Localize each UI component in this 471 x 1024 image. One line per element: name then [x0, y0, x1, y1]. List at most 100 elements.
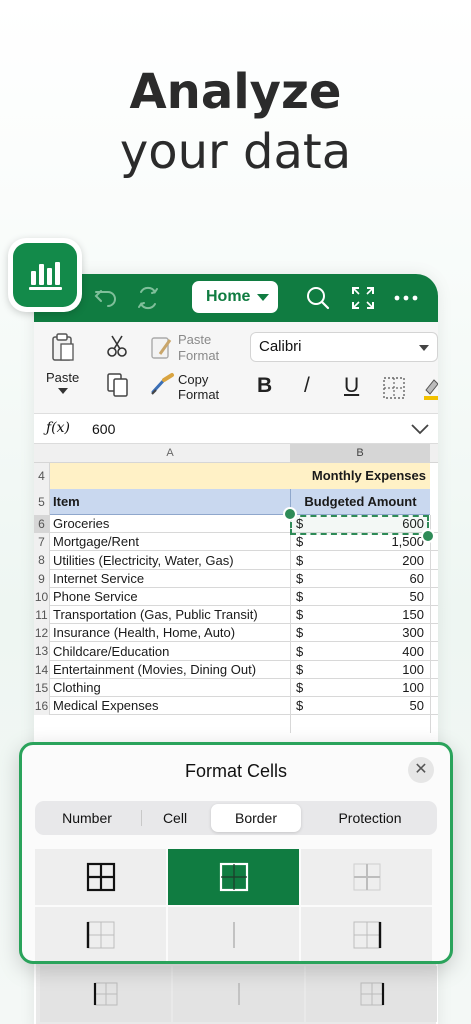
clipboard-icon[interactable]: [50, 332, 76, 362]
amount-cell[interactable]: 400: [316, 642, 424, 661]
selected-cell-b6[interactable]: [290, 515, 429, 535]
redo-icon[interactable]: [134, 284, 162, 312]
ribbon: Paste Paste Format Copy Format Calibri B…: [34, 322, 438, 414]
row-header[interactable]: 7: [34, 533, 50, 551]
amount-cell[interactable]: 60: [316, 570, 424, 588]
border-left-icon: [93, 982, 117, 1006]
item-cell[interactable]: Medical Expenses: [50, 697, 290, 715]
font-name-dropdown[interactable]: Calibri: [250, 332, 438, 362]
currency-symbol-cell[interactable]: $: [296, 624, 316, 642]
currency-symbol-cell[interactable]: $: [296, 588, 316, 606]
item-cell[interactable]: Phone Service: [50, 588, 290, 606]
paste-dropdown-caret-icon[interactable]: [58, 388, 68, 394]
amount-cell[interactable]: 50: [316, 697, 424, 715]
item-cell[interactable]: Clothing: [50, 679, 290, 697]
row-header[interactable]: 13: [34, 642, 50, 661]
undo-icon[interactable]: [92, 284, 120, 312]
font-name-value: Calibri: [259, 338, 302, 355]
border-option-inside[interactable]: [301, 849, 432, 905]
excel-app-icon: [8, 238, 82, 312]
italic-button[interactable]: /: [304, 374, 310, 398]
currency-symbol-cell[interactable]: $: [296, 533, 316, 551]
tab-protection[interactable]: Protection: [303, 801, 437, 835]
item-cell[interactable]: Entertainment (Movies, Dining Out): [50, 661, 290, 679]
border-option-left[interactable]: [35, 907, 166, 961]
item-cell[interactable]: Mortgage/Rent: [50, 533, 290, 551]
currency-symbol-cell[interactable]: $: [296, 697, 316, 715]
paste-format-label-1[interactable]: Paste: [178, 332, 211, 347]
border-inside-vertical-icon: [232, 922, 235, 948]
row-header[interactable]: 6: [34, 515, 50, 533]
amount-cell[interactable]: 100: [316, 661, 424, 679]
border-option-right[interactable]: [301, 907, 432, 961]
row-header[interactable]: 14: [34, 661, 50, 679]
currency-symbol-cell[interactable]: $: [296, 679, 316, 697]
header-cell-item[interactable]: Item: [50, 489, 290, 515]
item-cell[interactable]: Groceries: [50, 515, 290, 533]
sheet-title-cell[interactable]: Monthly Expenses: [290, 463, 430, 489]
currency-symbol-cell[interactable]: $: [296, 661, 316, 679]
currency-symbol-cell[interactable]: $: [296, 551, 316, 570]
amount-cell[interactable]: 200: [316, 551, 424, 570]
selection-handle-end[interactable]: [421, 529, 435, 543]
bold-button[interactable]: B: [257, 374, 272, 398]
border-right-icon: [360, 982, 384, 1006]
home-tab-dropdown[interactable]: Home: [192, 281, 278, 313]
tab-border[interactable]: Border: [211, 804, 301, 832]
header-cell-budgeted-amount[interactable]: Budgeted Amount: [290, 489, 430, 515]
currency-symbol-cell[interactable]: $: [296, 570, 316, 588]
item-cell[interactable]: Utilities (Electricity, Water, Gas): [50, 551, 290, 570]
corner-header[interactable]: [34, 444, 50, 463]
function-icon[interactable]: ƒ(x): [46, 420, 70, 436]
fill-color-icon[interactable]: [424, 376, 438, 400]
currency-symbol-cell[interactable]: $: [296, 642, 316, 661]
borders-icon[interactable]: [382, 376, 406, 400]
amount-cell[interactable]: 1,500: [316, 533, 424, 551]
item-cell[interactable]: Childcare/Education: [50, 642, 290, 661]
scissors-icon[interactable]: [106, 334, 128, 358]
row-header[interactable]: 15: [34, 679, 50, 697]
amount-cell[interactable]: 50: [316, 588, 424, 606]
headline-line-1: Analyze: [129, 64, 342, 120]
item-cell[interactable]: Internet Service: [50, 570, 290, 588]
column-header-b[interactable]: B: [290, 444, 430, 463]
copy-format-icon[interactable]: [150, 372, 176, 396]
row-header[interactable]: 5: [34, 489, 50, 515]
chevron-down-icon[interactable]: [410, 420, 430, 438]
row-header[interactable]: 12: [34, 624, 50, 642]
row-header[interactable]: 9: [34, 570, 50, 588]
item-cell[interactable]: Insurance (Health, Home, Auto): [50, 624, 290, 642]
more-options-icon[interactable]: [392, 284, 420, 312]
copy-format-label-1[interactable]: Copy: [178, 372, 208, 387]
paste-format-icon[interactable]: [150, 334, 174, 360]
row-header[interactable]: 8: [34, 551, 50, 570]
row-header[interactable]: 4: [34, 463, 50, 489]
tab-number[interactable]: Number: [35, 801, 139, 835]
underline-button[interactable]: U: [344, 374, 359, 398]
item-cell[interactable]: Transportation (Gas, Public Transit): [50, 606, 290, 624]
border-option-inside-vertical[interactable]: [168, 907, 299, 961]
amount-cell[interactable]: 300: [316, 624, 424, 642]
paste-format-label-2[interactable]: Format: [178, 348, 219, 363]
row-header[interactable]: 16: [34, 697, 50, 715]
row-header[interactable]: 10: [34, 588, 50, 606]
tab-cell[interactable]: Cell: [141, 801, 209, 835]
currency-symbol-cell[interactable]: $: [296, 606, 316, 624]
close-button[interactable]: ✕: [408, 757, 434, 783]
column-header-c[interactable]: [430, 444, 438, 463]
column-header-a[interactable]: A: [50, 444, 290, 463]
paste-label[interactable]: Paste: [46, 370, 79, 385]
border-option-all[interactable]: [35, 849, 166, 905]
selection-handle-start[interactable]: [283, 507, 297, 521]
copy-icon[interactable]: [106, 372, 130, 398]
formula-bar[interactable]: ƒ(x) 600: [34, 414, 438, 444]
row-header[interactable]: 11: [34, 606, 50, 624]
copy-format-label-2[interactable]: Format: [178, 387, 219, 402]
amount-cell[interactable]: 150: [316, 606, 424, 624]
formula-value[interactable]: 600: [92, 421, 115, 437]
headline-line-2: your data: [119, 124, 352, 180]
fullscreen-icon[interactable]: [349, 284, 377, 312]
search-icon[interactable]: [304, 284, 332, 312]
border-option-outside[interactable]: [168, 849, 299, 905]
amount-cell[interactable]: 100: [316, 679, 424, 697]
